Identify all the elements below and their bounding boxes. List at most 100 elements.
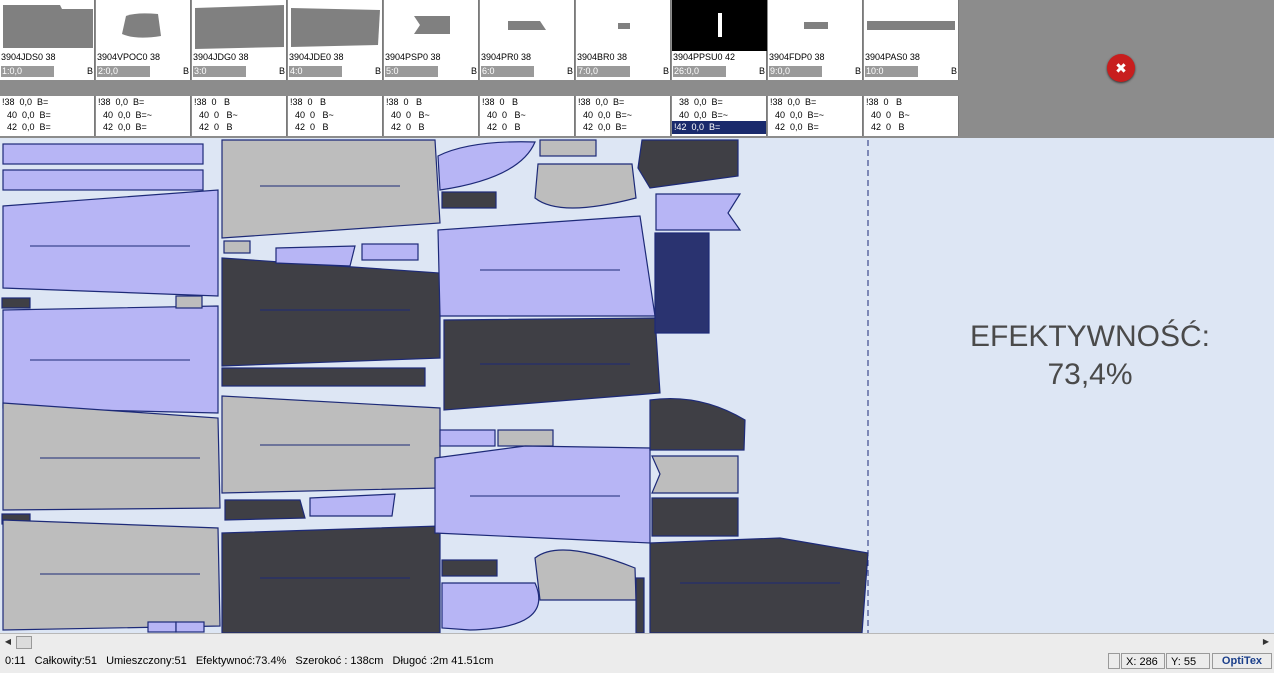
size-row[interactable]: 40 0 B~ — [384, 109, 478, 122]
piece-thumbnail — [3, 5, 93, 48]
piece-thumbnail — [618, 23, 630, 29]
size-list-7[interactable]: !38 0,0 B= 40 0,0 B=~ 42 0,0 B= — [576, 96, 671, 136]
piece-tile-4[interactable]: 3904JDE0 38 4:0 B — [288, 0, 383, 80]
piece-flag: B — [182, 66, 189, 76]
piece-tile-8-selected[interactable]: 3904PPSU0 42 26:0,0 B — [672, 0, 767, 80]
size-row[interactable]: !38 0 B — [480, 96, 574, 109]
size-row[interactable]: 42 0 B — [384, 121, 478, 134]
piece-tile-2[interactable]: 3904VPOC0 38 2:0,0 B — [96, 0, 191, 80]
size-row-selected[interactable]: !42 0,0 B= — [672, 121, 766, 134]
piece-name: 3904BR0 38 — [577, 52, 628, 62]
size-row[interactable]: 40 0,0 B=~ — [672, 109, 766, 122]
marker-canvas[interactable]: EFEKTYWNOŚĆ: 73,4% — [0, 138, 1274, 633]
size-list-10[interactable]: !38 0 B 40 0 B~ 42 0 B — [864, 96, 959, 136]
size-list-2[interactable]: !38 0,0 B= 40 0,0 B=~ 42 0,0 B= — [96, 96, 191, 136]
status-placed: Umieszczony:51 — [106, 655, 187, 667]
size-row[interactable]: 42 0,0 B= — [0, 121, 94, 134]
status-x: X: 286 — [1121, 653, 1165, 669]
status-spacer — [1108, 653, 1120, 669]
piece-tile-10[interactable]: 3904PAS0 38 10:0 B — [864, 0, 959, 80]
size-row[interactable]: 40 0,0 B=~ — [768, 109, 862, 122]
piece-name: 3904PAS0 38 — [865, 52, 920, 62]
thumbs-down-icon[interactable]: ✖ — [1107, 54, 1135, 82]
piece-flag: B — [566, 66, 573, 76]
piece-name: 3904VPOC0 38 — [97, 52, 161, 62]
efficiency-value: 73,4% — [1047, 358, 1133, 391]
piece-count: 1:0,0 — [1, 66, 54, 77]
piece-thumbnail — [867, 21, 955, 30]
size-list-4[interactable]: !38 0 B 40 0 B~ 42 0 B — [288, 96, 383, 136]
piece-flag: B — [86, 66, 93, 76]
piece-count: 26:0,0 — [673, 66, 726, 77]
size-row[interactable]: !38 0 B — [288, 96, 382, 109]
piece-tile-9[interactable]: 3904FDP0 38 9:0,0 B — [768, 0, 863, 80]
size-row[interactable]: 42 0,0 B= — [576, 121, 670, 134]
piece-name: 3904PR0 38 — [481, 52, 532, 62]
size-row[interactable]: !38 0 B — [864, 96, 958, 109]
piece-tile-7[interactable]: 3904BR0 38 7:0,0 B — [576, 0, 671, 80]
size-list-9[interactable]: !38 0,0 B= 40 0,0 B=~ 42 0,0 B= — [768, 96, 863, 136]
piece-tile-5[interactable]: 3904PSP0 38 5:0 B — [384, 0, 479, 80]
piece-name: 3904JDG0 38 — [193, 52, 249, 62]
scrollbar-thumb[interactable] — [16, 636, 32, 649]
size-row[interactable]: !38 0,0 B= — [96, 96, 190, 109]
size-row[interactable]: 40 0 B~ — [192, 109, 286, 122]
piece-thumbnail — [414, 16, 450, 34]
optitex-logo: OptiTex — [1212, 653, 1272, 669]
piece-count: 4:0 — [289, 66, 342, 77]
status-width: Szerokoć : 138cm — [295, 655, 384, 667]
piece-tile-3[interactable]: 3904JDG0 38 3:0 B — [192, 0, 287, 80]
piece-count: 2:0,0 — [97, 66, 150, 77]
size-list-5[interactable]: !38 0 B 40 0 B~ 42 0 B — [384, 96, 479, 136]
size-row[interactable]: 42 0 B — [480, 121, 574, 134]
size-row[interactable]: !38 0,0 B= — [0, 96, 94, 109]
size-row[interactable]: !38 0,0 B= — [576, 96, 670, 109]
piece-tile-1[interactable]: 3904JDS0 38 1:0,0 B — [0, 0, 95, 80]
size-row[interactable]: !38 0 B — [384, 96, 478, 109]
piece-name: 3904JDE0 38 — [289, 52, 344, 62]
piece-toolbar: 3904JDS0 38 1:0,0 B 3904VPOC0 38 2:0,0 B… — [0, 0, 1274, 138]
piece-tile-6[interactable]: 3904PR0 38 6:0 B — [480, 0, 575, 80]
status-length: Długoć :2m 41.51cm — [392, 655, 494, 667]
size-row[interactable]: 40 0 B~ — [480, 109, 574, 122]
size-row[interactable]: 42 0,0 B= — [96, 121, 190, 134]
status-time: 0:11 — [5, 655, 26, 667]
size-row[interactable]: 42 0 B — [288, 121, 382, 134]
size-row[interactable]: 40 0,0 B=~ — [96, 109, 190, 122]
size-list-8[interactable]: 38 0,0 B= 40 0,0 B=~ !42 0,0 B= — [672, 96, 767, 136]
piece-count: 7:0,0 — [577, 66, 630, 77]
size-list-1[interactable]: !38 0,0 B= 40 0,0 B= 42 0,0 B= — [0, 96, 95, 136]
size-row[interactable]: 42 0 B — [864, 121, 958, 134]
status-efficiency: Efektywnoć:73.4% — [195, 655, 287, 667]
piece-flag: B — [854, 66, 861, 76]
size-row[interactable]: 40 0 B~ — [864, 109, 958, 122]
piece-count: 6:0 — [481, 66, 534, 77]
size-list-6[interactable]: !38 0 B 40 0 B~ 42 0 B — [480, 96, 575, 136]
size-row[interactable]: 42 0,0 B= — [768, 121, 862, 134]
piece-thumbnail — [672, 0, 767, 51]
piece-flag: B — [278, 66, 285, 76]
size-row[interactable]: 40 0,0 B= — [0, 109, 94, 122]
status-total: Całkowity:51 — [34, 655, 98, 667]
size-row[interactable]: 40 0,0 B=~ — [576, 109, 670, 122]
piece-count: 3:0 — [193, 66, 246, 77]
efficiency-label: EFEKTYWNOŚĆ: — [969, 320, 1210, 353]
size-row[interactable]: 42 0 B — [192, 121, 286, 134]
status-y: Y: 55 — [1166, 653, 1210, 669]
piece-thumbnail — [122, 13, 161, 38]
size-row[interactable]: !38 0 B — [192, 96, 286, 109]
piece-name: 3904PPSU0 42 — [673, 52, 736, 62]
piece-name: 3904FDP0 38 — [769, 52, 825, 62]
piece-flag: B — [662, 66, 669, 76]
size-row[interactable]: !38 0,0 B= — [768, 96, 862, 109]
scroll-left-icon[interactable]: ◀ — [1, 635, 15, 648]
efficiency-display: EFEKTYWNOŚĆ: 73,4% — [930, 318, 1250, 394]
size-list-3[interactable]: !38 0 B 40 0 B~ 42 0 B — [192, 96, 287, 136]
scroll-right-icon[interactable]: ▶ — [1259, 635, 1273, 648]
piece-thumbnail — [804, 22, 828, 29]
piece-flag: B — [470, 66, 477, 76]
horizontal-scrollbar[interactable]: ◀ ▶ — [0, 633, 1274, 650]
piece-thumbnail — [291, 8, 380, 47]
size-row[interactable]: 40 0 B~ — [288, 109, 382, 122]
size-row[interactable]: 38 0,0 B= — [672, 96, 766, 109]
